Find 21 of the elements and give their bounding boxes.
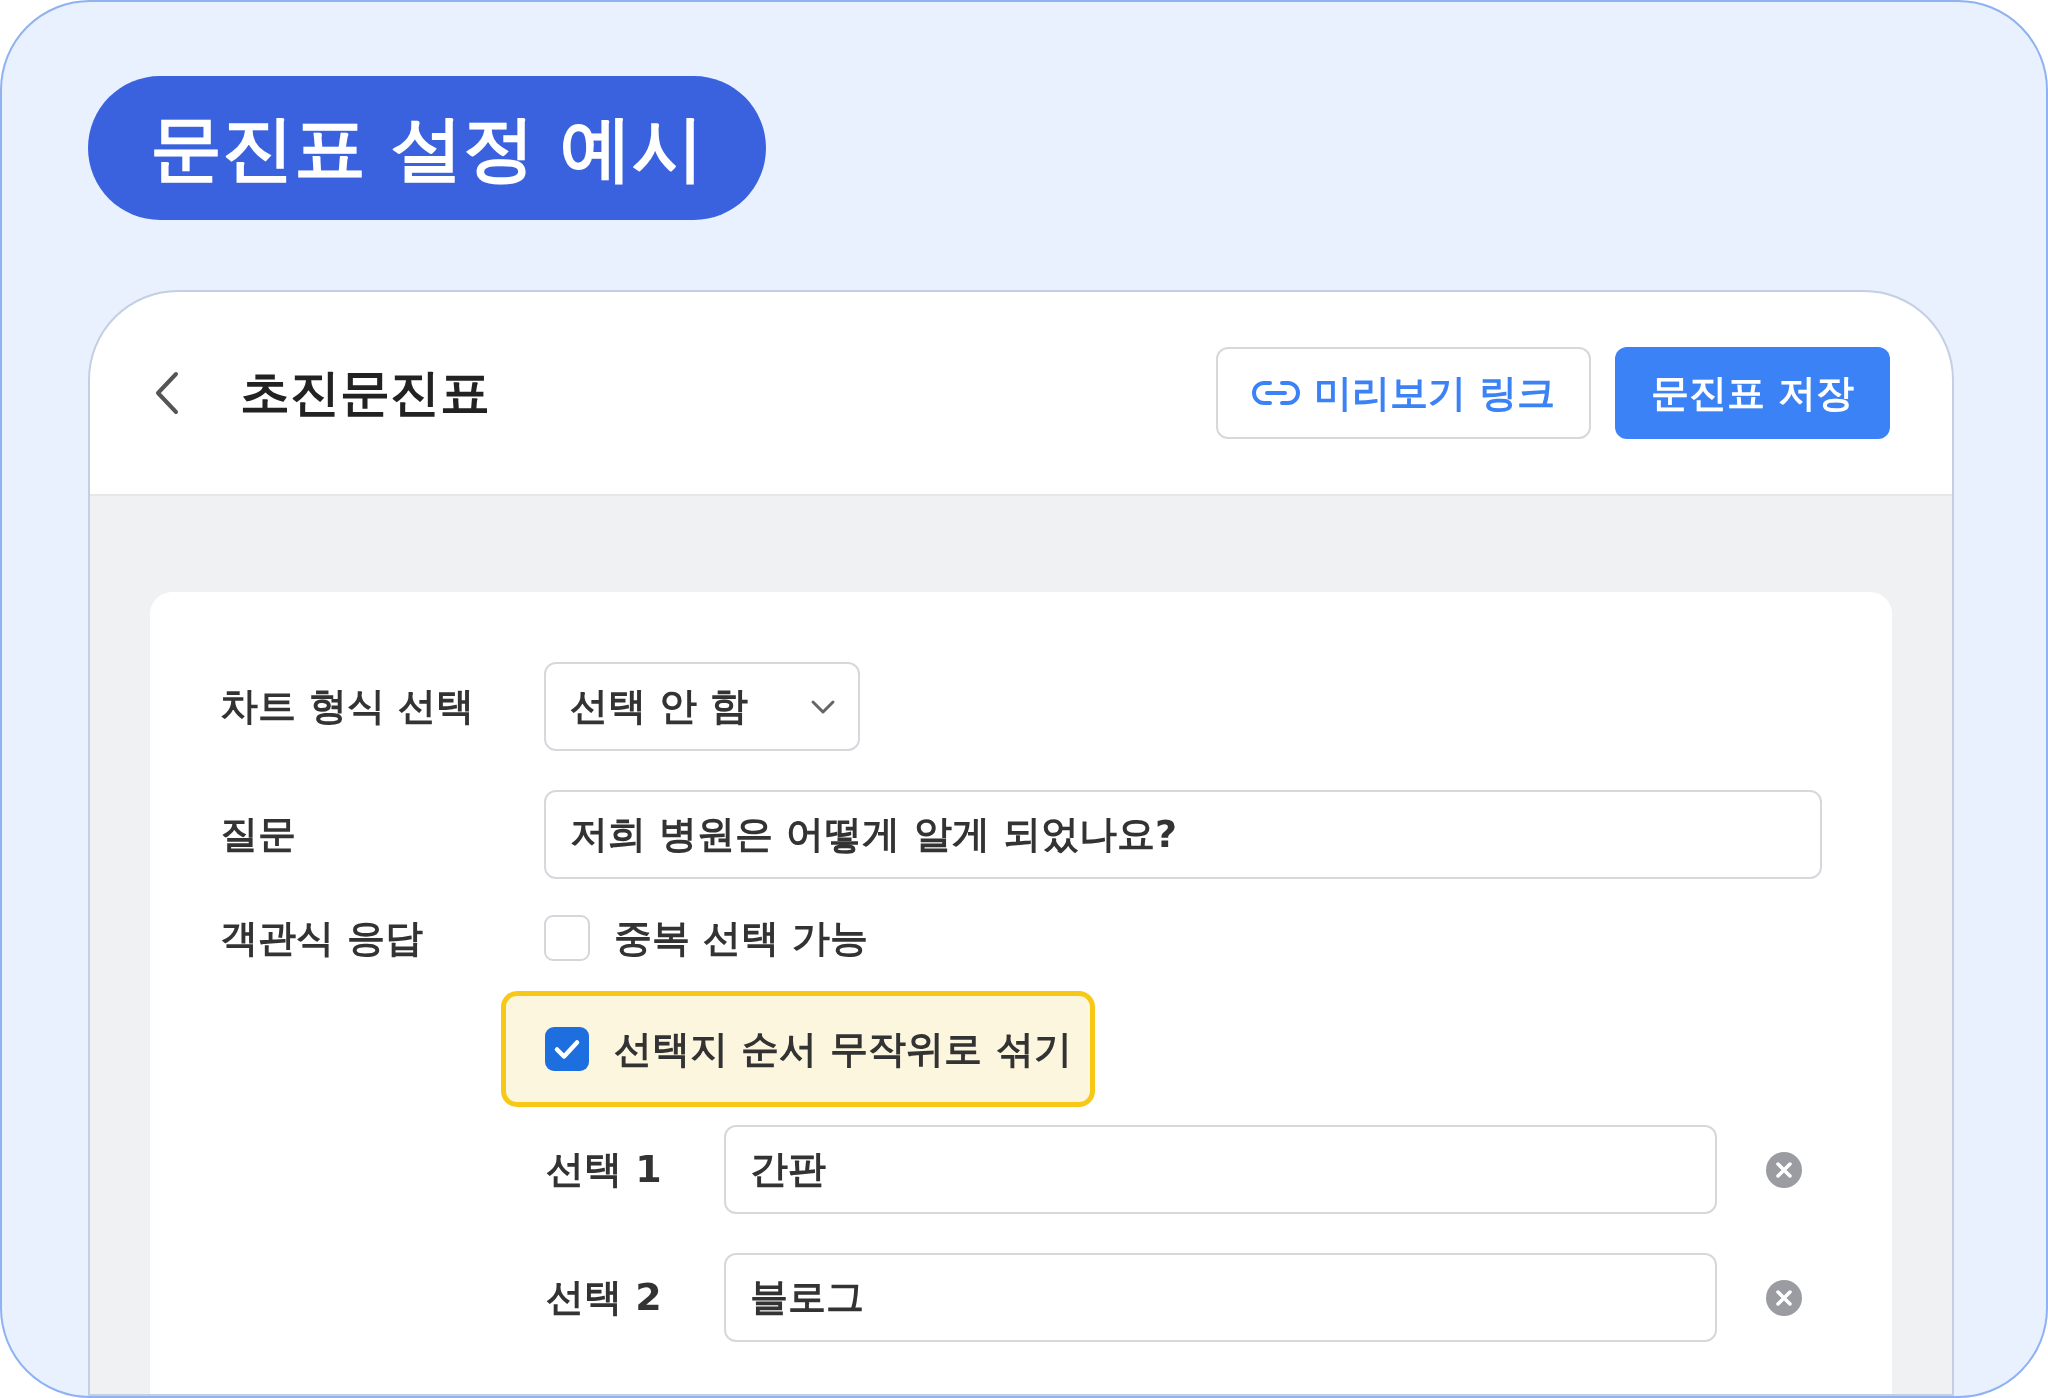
field-label: 객관식 응답 <box>220 914 425 962</box>
chevron-down-icon <box>810 698 836 715</box>
choice-input[interactable]: 블로그 <box>724 1253 1717 1342</box>
preview-link-button[interactable]: 미리보기 링크 <box>1215 347 1591 439</box>
checkbox[interactable] <box>544 1026 590 1072</box>
field-label: 차트 형식 선택 <box>220 683 476 730</box>
page-title: 초진문진표 <box>240 362 490 424</box>
remove-icon[interactable] <box>1765 1150 1803 1189</box>
field-label: 질문 <box>220 811 297 858</box>
choice-label: 선택 1 <box>546 1146 663 1193</box>
checkbox[interactable] <box>544 915 590 961</box>
option-label: 선택지 순서 무작위로 섞기 <box>614 1025 1072 1073</box>
link-icon <box>1251 379 1300 407</box>
choice-input[interactable]: 간판 <box>724 1125 1717 1214</box>
save-button[interactable]: 문진표 저장 <box>1614 347 1890 439</box>
option-label: 중복 선택 가능 <box>614 914 869 962</box>
question-input[interactable]: 저희 병원은 어떻게 알게 되었나요? <box>544 790 1822 879</box>
remove-icon[interactable] <box>1765 1278 1803 1317</box>
chart-format-dropdown[interactable]: 선택 안 함 <box>544 662 860 751</box>
title-badge: 문진표 설정 예시 <box>88 76 767 220</box>
choice-label: 선택 2 <box>546 1274 663 1321</box>
